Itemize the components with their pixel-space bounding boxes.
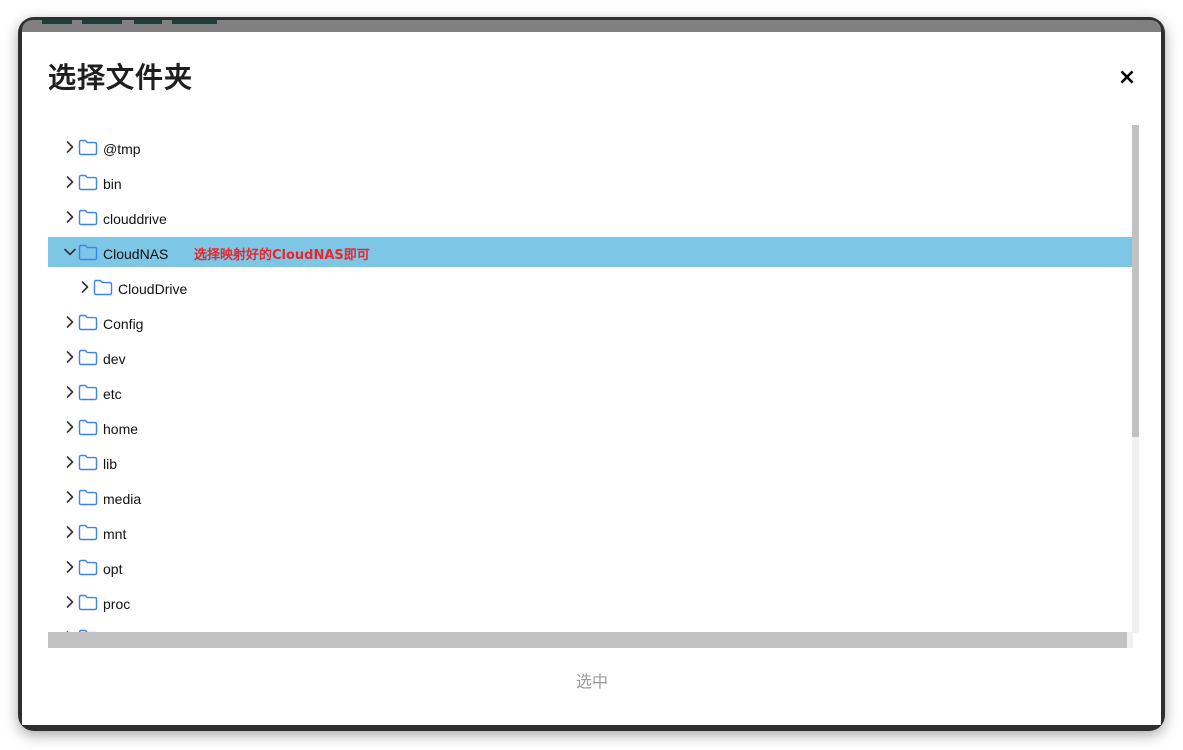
tree-row[interactable]: @tmp: [63, 132, 1117, 162]
chevron-right-icon[interactable]: [63, 517, 77, 547]
chevron-right-icon[interactable]: [63, 412, 77, 442]
folder-icon: [78, 517, 100, 547]
chevron-right-icon[interactable]: [63, 552, 77, 582]
horizontal-scrollbar[interactable]: [48, 632, 1133, 648]
folder-icon: [93, 272, 115, 302]
folder-name: clouddrive: [103, 211, 167, 227]
chevron-right-icon[interactable]: [63, 342, 77, 372]
tree-row[interactable]: home: [63, 412, 1117, 442]
folder-icon: [78, 237, 100, 267]
chevron-right-icon[interactable]: [63, 482, 77, 512]
chevron-right-icon[interactable]: [63, 167, 77, 197]
chevron-right-icon[interactable]: [63, 202, 77, 232]
horizontal-scrollbar-thumb[interactable]: [48, 632, 1127, 648]
folder-name: lib: [103, 456, 118, 472]
chevron-right-icon[interactable]: [63, 377, 77, 407]
close-icon[interactable]: ×: [1115, 66, 1139, 90]
folder-name: CloudDrive: [118, 281, 188, 297]
tree-row[interactable]: Config: [63, 307, 1117, 337]
tree-row[interactable]: CloudNAS 选择映射好的CloudNAS即可: [48, 237, 1132, 267]
folder-icon: [78, 482, 100, 512]
background-tile: [42, 20, 72, 24]
vertical-scrollbar[interactable]: [1132, 125, 1139, 633]
folder-icon: [78, 587, 100, 617]
hint-annotation: 选择映射好的CloudNAS即可: [194, 248, 370, 263]
folder-icon: [78, 412, 100, 442]
background-tile: [172, 20, 217, 24]
background-app-strip: [22, 20, 1161, 32]
background-tile: [134, 20, 162, 24]
tree-row[interactable]: etc: [63, 377, 1117, 407]
tree-row[interactable]: proc: [63, 587, 1117, 617]
tree-row[interactable]: clouddrive: [63, 202, 1117, 232]
folder-name: bin: [103, 176, 122, 192]
tree-row[interactable]: CloudDrive: [78, 272, 1117, 302]
folder-name: opt: [103, 561, 123, 577]
chevron-down-icon[interactable]: [63, 237, 77, 267]
folder-picker-dialog: 选择文件夹 × @tmp bin clouddrive CloudNAS 选择映射好的C…: [22, 32, 1161, 725]
folder-name: dev: [103, 351, 126, 367]
chevron-right-icon[interactable]: [63, 307, 77, 337]
tree-row[interactable]: bin: [63, 167, 1117, 197]
folder-icon: [78, 552, 100, 582]
folder-name: home: [103, 421, 139, 437]
folder-name: Config: [103, 316, 144, 332]
tree-row[interactable]: opt: [63, 552, 1117, 582]
folder-icon: [78, 132, 100, 162]
select-button[interactable]: 选中: [562, 669, 622, 695]
chevron-right-icon[interactable]: [63, 132, 77, 162]
folder-icon: [78, 447, 100, 477]
tree-row[interactable]: dev: [63, 342, 1117, 372]
chevron-right-icon[interactable]: [63, 587, 77, 617]
tree-row[interactable]: media: [63, 482, 1117, 512]
folder-icon: [78, 167, 100, 197]
folder-name: @tmp: [103, 141, 141, 157]
chevron-right-icon[interactable]: [63, 447, 77, 477]
tree-row[interactable]: lib: [63, 447, 1117, 477]
folder-icon: [78, 202, 100, 232]
folder-name: mnt: [103, 526, 127, 542]
dialog-title: 选择文件夹: [48, 61, 194, 94]
folder-name: CloudNAS: [103, 246, 169, 262]
folder-icon: [78, 342, 100, 372]
folder-tree: @tmp bin clouddrive CloudNAS 选择映射好的CloudNAS即…: [48, 125, 1133, 633]
tree-row[interactable]: mnt: [63, 517, 1117, 547]
folder-name: media: [103, 491, 142, 507]
folder-name: proc: [103, 596, 131, 612]
vertical-scrollbar-thumb[interactable]: [1132, 125, 1139, 437]
chevron-right-icon[interactable]: [78, 272, 92, 302]
folder-name: etc: [103, 386, 122, 402]
folder-icon: [78, 377, 100, 407]
background-tile: [82, 20, 122, 24]
folder-icon: [78, 307, 100, 337]
